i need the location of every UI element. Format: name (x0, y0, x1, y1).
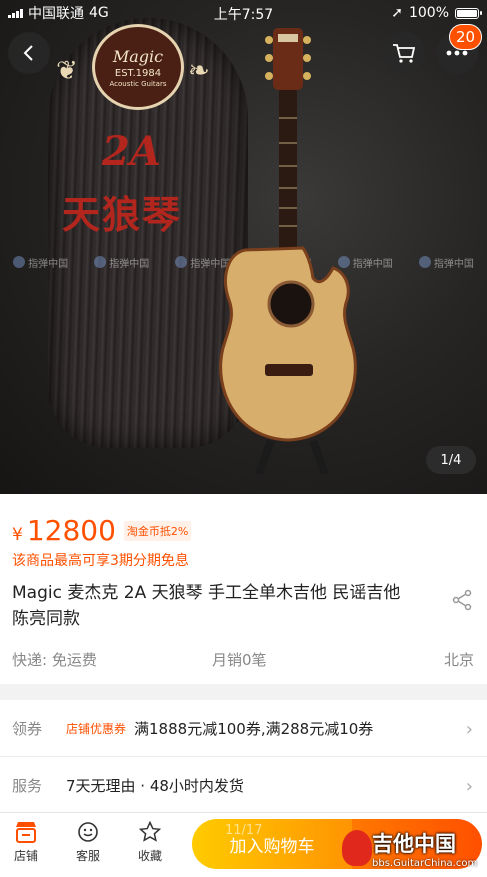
cart-button[interactable] (383, 32, 425, 74)
price-value: 12800 (26, 514, 116, 547)
battery-text: 100% (408, 5, 449, 21)
product-info-panel: ¥ 12800 淘金币抵2% 该商品最高可享3期分期免息 Magic 麦杰克 2… (0, 494, 487, 684)
logo-sub-text: Acoustic Guitars (109, 79, 167, 88)
coin-discount-tag: 淘金币抵2% (123, 520, 192, 541)
service-text: 7天无理由 · 48小时内发货 (66, 776, 244, 795)
service-tab-label: 客服 (75, 849, 100, 863)
site-watermark: 吉他中国 bbs.GuitarChina.com (338, 820, 487, 877)
shop-icon (16, 822, 36, 843)
status-bar: 中国联通 4G 上午7:57 ➚ 100% (0, 0, 487, 26)
image-pager: 1/4 (426, 446, 476, 474)
price-row: ¥ 12800 淘金币抵2% (12, 514, 192, 547)
brand-logo: Magic EST.1984 Acoustic Guitars (92, 24, 184, 110)
product-image-carousel[interactable]: ❦ ❧ Magic EST.1984 Acoustic Guitars 2A 天… (0, 0, 487, 494)
location-arrow-icon: ➚ (391, 5, 403, 21)
service-smile-icon (78, 822, 98, 842)
logo-est-text: EST.1984 (114, 67, 162, 79)
message-count-badge: 20 (449, 24, 483, 50)
cart-icon (393, 44, 416, 63)
coupon-label: 领券 (12, 719, 43, 738)
share-icon[interactable] (450, 588, 474, 612)
star-icon (138, 821, 162, 842)
site-name: 吉他中国 (372, 832, 456, 856)
customer-service-tab[interactable]: 客服 (68, 821, 108, 864)
service-label: 服务 (12, 776, 43, 795)
favorite-tab[interactable]: 收藏 (130, 821, 170, 864)
product-title: Magic 麦杰克 2A 天狼琴 手工全单木吉他 民谣吉他 陈亮同款 (12, 583, 401, 629)
site-url: bbs.GuitarChina.com (372, 858, 478, 869)
installment-note: 该商品最高可享3期分期免息 (12, 553, 189, 569)
coupon-row[interactable]: 领券 店铺优惠券 满1888元减100券,满288元减10券 › (0, 700, 487, 756)
network-text: 4G (89, 5, 109, 21)
model-name: 天狼琴 (62, 192, 183, 237)
watermark-text: 指弹中国 (13, 252, 68, 272)
ornament-right-icon: ❧ (188, 56, 210, 86)
progress-text: 11/17 (225, 823, 263, 838)
location-text: 北京 (443, 651, 474, 669)
model-code: 2A (102, 128, 161, 175)
add-to-cart-button[interactable]: 加入购物车 (192, 819, 352, 869)
chevron-right-icon: › (465, 719, 473, 740)
watermark-text: 指弹中国 (419, 252, 474, 272)
carrier-text: 中国联通 (28, 6, 84, 22)
shop-tab[interactable]: 店铺 (6, 821, 46, 864)
service-row[interactable]: 服务 7天无理由 · 48小时内发货 › (0, 757, 487, 813)
shipping-text: 快递: 免运费 (12, 651, 97, 669)
chevron-left-icon (23, 45, 33, 61)
chevron-right-icon: › (465, 776, 473, 797)
signal-icon (8, 8, 23, 18)
mascot-logo-icon (342, 830, 372, 866)
back-button[interactable] (8, 32, 50, 74)
battery-icon (455, 7, 482, 19)
ornament-left-icon: ❦ (56, 56, 78, 86)
shop-tab-label: 店铺 (13, 849, 38, 863)
logo-brand-text: Magic (112, 46, 164, 66)
currency-symbol: ¥ (12, 525, 23, 545)
favorite-tab-label: 收藏 (137, 849, 162, 863)
guitar-illustration (219, 28, 357, 474)
watermark-text: 指弹中国 (94, 252, 149, 272)
monthly-sales-text: 月销0笔 (212, 651, 267, 669)
coupon-text: 满1888元减100券,满288元减10券 (134, 719, 374, 738)
shop-coupon-tag: 店铺优惠券 (66, 721, 127, 736)
more-dots-icon (446, 50, 468, 56)
